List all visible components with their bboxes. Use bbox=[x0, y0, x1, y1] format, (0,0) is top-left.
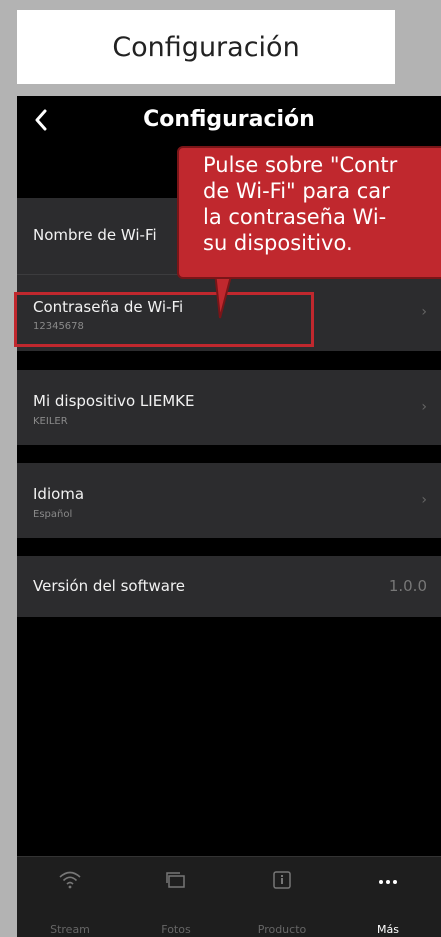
chevron-right-icon: › bbox=[421, 492, 427, 508]
tab-bar: Stream Fotos Producto Más bbox=[17, 856, 441, 937]
tab-producto-label: Producto bbox=[257, 923, 307, 936]
row-software-version-value: 1.0.0 bbox=[388, 577, 427, 595]
page-title: Configuración bbox=[143, 107, 315, 132]
tab-mas[interactable]: Más bbox=[335, 857, 441, 937]
highlight-box bbox=[14, 292, 314, 347]
tab-stream-label: Stream bbox=[50, 923, 90, 936]
more-icon bbox=[379, 880, 397, 884]
row-software-version: Versión del software 1.0.0 bbox=[17, 556, 441, 617]
tab-fotos[interactable]: Fotos bbox=[123, 857, 229, 937]
tab-mas-label: Más bbox=[377, 923, 399, 936]
row-device-label: Mi dispositivo LIEMKE bbox=[33, 392, 195, 410]
banner-title: Configuración bbox=[17, 10, 395, 84]
tab-stream[interactable]: Stream bbox=[17, 857, 123, 937]
photos-icon bbox=[166, 872, 185, 888]
wifi-icon bbox=[59, 871, 81, 889]
tab-fotos-label: Fotos bbox=[161, 923, 191, 936]
row-device-value: KEILER bbox=[33, 416, 68, 427]
chevron-right-icon: › bbox=[421, 399, 427, 415]
tab-producto[interactable]: Producto bbox=[229, 857, 335, 937]
row-wifi-name-label: Nombre de Wi-Fi bbox=[33, 226, 157, 244]
row-software-version-label: Versión del software bbox=[33, 577, 186, 595]
info-icon bbox=[273, 871, 291, 889]
row-language-label: Idioma bbox=[33, 485, 85, 503]
row-device[interactable]: Mi dispositivo LIEMKE KEILER › bbox=[17, 370, 441, 445]
row-language-value: Español bbox=[33, 509, 73, 520]
row-language[interactable]: Idioma Español › bbox=[17, 463, 441, 538]
callout-bubble: Pulse sobre "Contr de Wi-Fi" para car la… bbox=[177, 146, 441, 279]
chevron-right-icon: › bbox=[421, 304, 427, 320]
